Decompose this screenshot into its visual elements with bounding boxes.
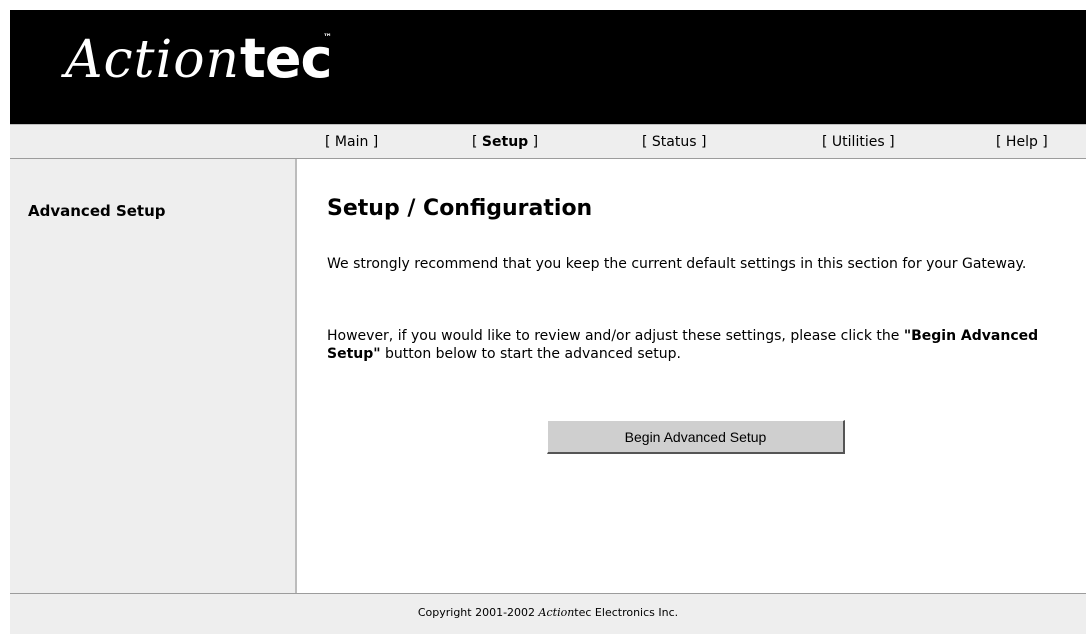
nav-help[interactable]: [ Help ] xyxy=(996,134,1048,150)
logo-trademark: ™ xyxy=(323,33,332,43)
nav-main-label: Main xyxy=(334,134,369,150)
nav-utilities[interactable]: [ Utilities ] xyxy=(822,134,895,150)
recommendation-text: We strongly recommend that you keep the … xyxy=(327,256,1027,272)
actiontec-logo: Actiontec ™ xyxy=(65,32,332,87)
nav-status-label: Status xyxy=(651,134,697,150)
sidebar-title: Advanced Setup xyxy=(28,202,166,220)
nav-utilities-label: Utilities xyxy=(831,134,885,150)
bracket-open: [ xyxy=(472,134,482,150)
sidebar: Advanced Setup xyxy=(10,159,297,593)
bracket-close: ] xyxy=(696,134,707,150)
footer-brand-italic: Action xyxy=(538,606,575,619)
footer: Copyright 2001-2002 Actiontec Electronic… xyxy=(10,593,1086,634)
bracket-close: ] xyxy=(884,134,895,150)
page: Actiontec ™ [ Main ] [ Setup ] [ Status … xyxy=(0,0,1086,634)
logo-script-text: Action xyxy=(65,30,240,90)
instruction-text-start: However, if you would like to review and… xyxy=(327,328,904,344)
nav-status[interactable]: [ Status ] xyxy=(642,134,706,150)
bracket-open: [ xyxy=(642,134,652,150)
bracket-close: ] xyxy=(368,134,379,150)
bracket-open: [ xyxy=(822,134,832,150)
nav-setup[interactable]: [ Setup ] xyxy=(472,134,538,150)
page-title: Setup / Configuration xyxy=(327,196,593,221)
nav-setup-label: Setup xyxy=(481,134,529,150)
bracket-close: ] xyxy=(528,134,539,150)
main-content: Setup / Configuration We strongly recomm… xyxy=(297,159,1086,593)
top-nav: [ Main ] [ Setup ] [ Status ] [ Utilitie… xyxy=(10,124,1086,159)
instruction-text: However, if you would like to review and… xyxy=(327,327,1057,363)
bracket-open: [ xyxy=(996,134,1006,150)
instruction-text-end: button below to start the advanced setup… xyxy=(380,346,681,362)
nav-main[interactable]: [ Main ] xyxy=(325,134,378,150)
logo-block-text: tec xyxy=(240,27,332,90)
footer-copyright-suffix: Electronics Inc. xyxy=(591,606,679,619)
bracket-close: ] xyxy=(1037,134,1048,150)
bracket-open: [ xyxy=(325,134,335,150)
nav-help-label: Help xyxy=(1005,134,1038,150)
begin-advanced-setup-button[interactable]: Begin Advanced Setup xyxy=(547,420,845,454)
footer-brand-rest: tec xyxy=(574,606,592,619)
header-banner: Actiontec ™ xyxy=(10,10,1086,124)
footer-copyright-prefix: Copyright 2001-2002 xyxy=(417,606,539,619)
